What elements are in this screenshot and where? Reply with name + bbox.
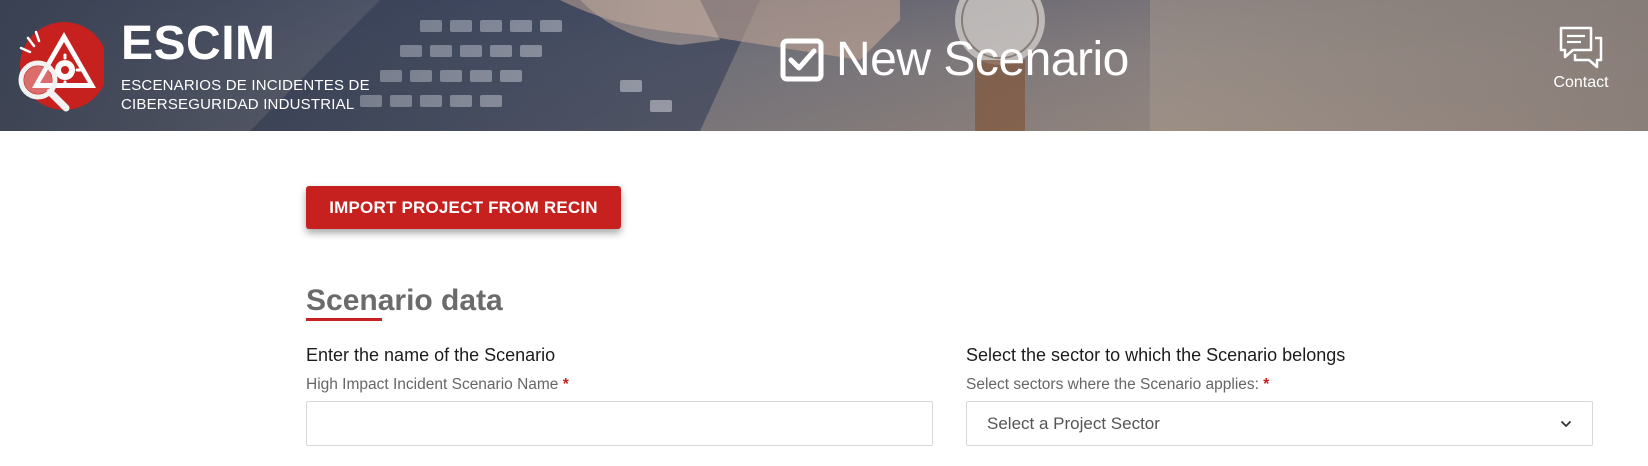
section-title-underline (306, 318, 382, 321)
checkbox-checked-icon (780, 38, 824, 82)
escim-logo-icon[interactable] (8, 18, 108, 114)
scenario-name-input[interactable] (306, 401, 933, 446)
section-title: Scenario data (306, 284, 503, 317)
scenario-name-label-text: High Impact Incident Scenario Name (306, 376, 559, 393)
contact-label: Contact (1553, 74, 1609, 91)
sector-heading: Select the sector to which the Scenario … (966, 345, 1346, 365)
required-mark: * (562, 376, 569, 393)
import-project-button[interactable]: IMPORT PROJECT FROM RECIN (306, 186, 621, 229)
sector-select-value: Select a Project Sector (987, 413, 1160, 433)
site-header: ESCIM ESCENARIOS DE INCIDENTES DE CIBERS… (0, 0, 1648, 131)
chat-bubbles-icon (1559, 26, 1603, 69)
page-heading: New Scenario (780, 30, 1129, 90)
scenario-name-heading: Enter the name of the Scenario (306, 345, 556, 365)
sector-label: Select sectors where the Scenario applie… (966, 375, 1269, 395)
required-mark: * (1263, 376, 1270, 393)
brand-name[interactable]: ESCIM (121, 20, 276, 68)
chevron-down-icon (1561, 420, 1571, 427)
brand-subtitle: ESCENARIOS DE INCIDENTES DE CIBERSEGURID… (121, 77, 370, 113)
contact-link[interactable]: Contact (1546, 24, 1616, 92)
sector-label-text: Select sectors where the Scenario applie… (966, 376, 1259, 393)
scenario-name-label: High Impact Incident Scenario Name * (306, 375, 569, 395)
page-title: New Scenario (836, 33, 1129, 86)
project-sector-select[interactable]: Select a Project Sector (966, 401, 1593, 446)
